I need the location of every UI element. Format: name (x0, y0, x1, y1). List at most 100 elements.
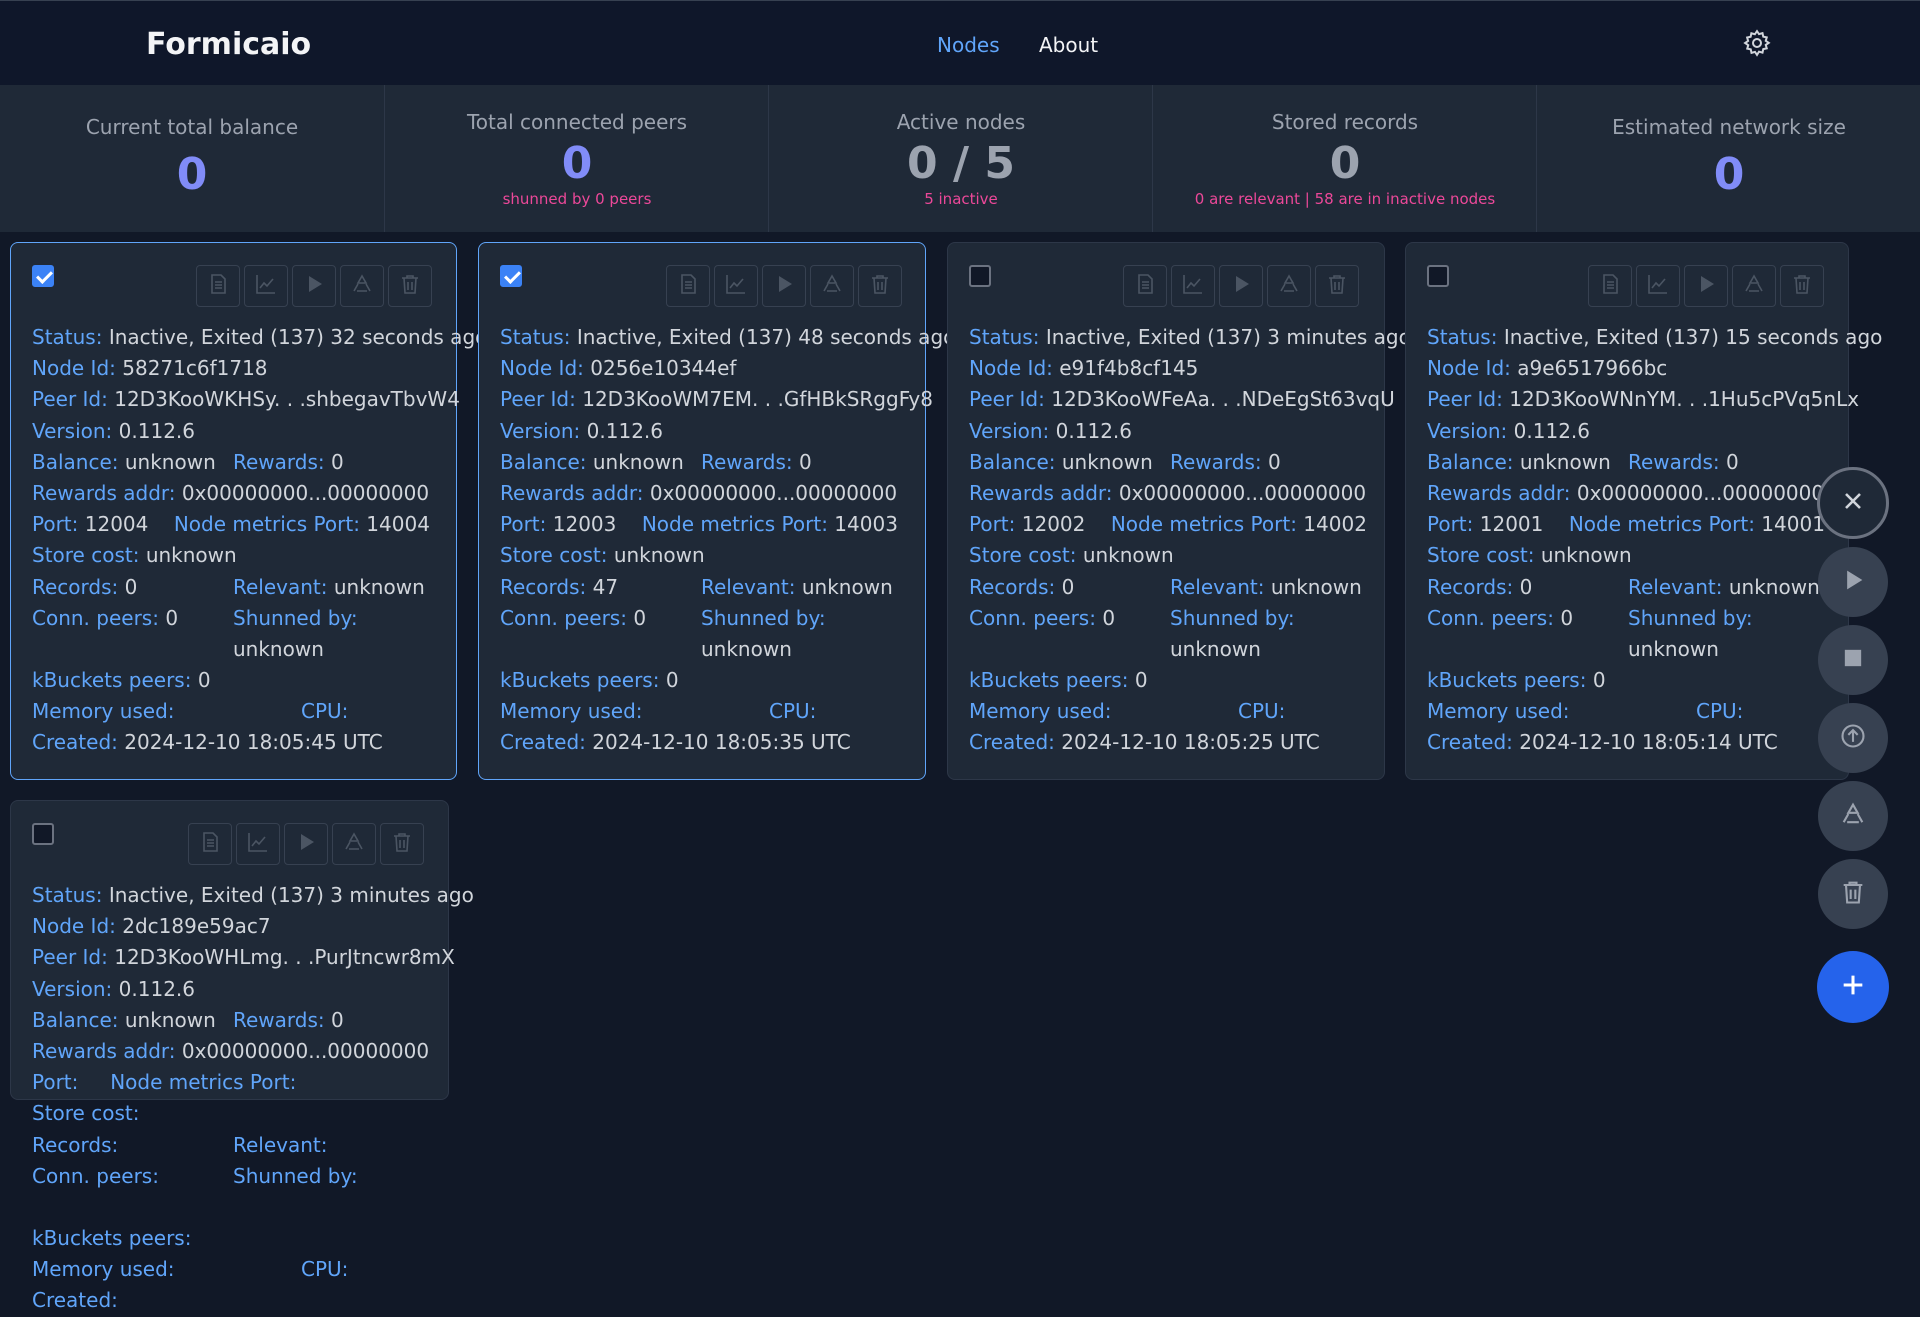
remove-button[interactable] (388, 265, 432, 307)
nav-about-link[interactable]: About (1039, 33, 1098, 57)
label: CPU: (1238, 699, 1286, 724)
label: Store cost: (32, 543, 140, 568)
remove-button[interactable] (380, 823, 424, 865)
add-node-button[interactable] (1817, 951, 1889, 1023)
balance-row: Balance: unknown Rewards: 0 (32, 1005, 442, 1036)
records-row: Records: 0 Relevant: unknown (1427, 572, 1842, 603)
play-icon (294, 830, 318, 859)
gear-icon[interactable] (1742, 28, 1772, 58)
start-button[interactable] (1684, 265, 1728, 307)
label: Status: (32, 325, 103, 349)
created-value: 2024-12-10 18:05:14 UTC (1519, 730, 1778, 755)
label: Memory used: (500, 699, 643, 724)
conn-peers-value: 0 (633, 605, 647, 630)
store-cost-row: Store cost: unknown (969, 540, 1378, 571)
label: Rewards: (233, 1007, 325, 1032)
relevant-value: unknown (801, 574, 893, 599)
peer-id-value: 12D3KooWHLmg. . .PurJtncwr8mX (114, 945, 455, 970)
port-value: 12004 (84, 512, 149, 537)
memory-row: Memory used: CPU: (32, 696, 450, 727)
remove-selected-button[interactable] (1818, 859, 1888, 929)
start-button[interactable] (284, 823, 328, 865)
stat-subtitle: 5 inactive (924, 190, 998, 208)
label: Rewards addr: (969, 480, 1113, 505)
rewards-field: Rewards: 0 (1628, 447, 1739, 478)
logs-button[interactable] (1588, 265, 1632, 307)
conn-peers-row: Conn. peers: Shunned by: (32, 1161, 442, 1223)
node-select-checkbox[interactable] (32, 265, 54, 287)
created-value: 2024-12-10 18:05:45 UTC (124, 730, 383, 755)
label: Store cost: (32, 1101, 140, 1126)
port-row: Port: 12004 Node metrics Port: 14004 (32, 509, 450, 540)
label: Rewards: (701, 449, 793, 474)
node-select-checkbox[interactable] (969, 265, 991, 287)
label: Node Id: (1427, 356, 1511, 381)
peer-id-value: 12D3KooWFeAa. . .NDeEgSt63vqU (1051, 387, 1395, 412)
version-value: 0.112.6 (118, 418, 195, 443)
upgrade-button[interactable] (1732, 265, 1776, 307)
rewards-addr-value: 0x00000000...00000000 (1576, 480, 1825, 505)
label: Version: (32, 976, 113, 1001)
start-button[interactable] (762, 265, 806, 307)
chart-icon (1181, 272, 1205, 301)
node-select-checkbox[interactable] (500, 265, 522, 287)
store-cost-value: unknown (145, 543, 237, 568)
document-icon (198, 830, 222, 859)
upgrade-selected-button[interactable] (1818, 703, 1888, 773)
label: Records: (1427, 574, 1514, 599)
node-id-row: Node Id: 2dc189e59ac7 (32, 911, 442, 942)
upgrade-button[interactable] (340, 265, 384, 307)
store-cost-value: unknown (1082, 543, 1174, 568)
node-details: Status: Inactive, Exited (137) 3 minutes… (969, 322, 1411, 759)
start-button[interactable] (1219, 265, 1263, 307)
remove-button[interactable] (858, 265, 902, 307)
remove-button[interactable] (1780, 265, 1824, 307)
balance-row: Balance: unknown Rewards: 0 (1427, 447, 1842, 478)
logs-button[interactable] (188, 823, 232, 865)
cpu-field: CPU: (1238, 696, 1285, 727)
start-selected-button[interactable] (1818, 547, 1888, 617)
shunned-field: Shunned by: (233, 1161, 363, 1192)
rewards-addr-value: 0x00000000...00000000 (649, 480, 898, 505)
remove-button[interactable] (1315, 265, 1359, 307)
start-button[interactable] (292, 265, 336, 307)
label: Conn. peers: (1427, 605, 1554, 630)
node-actions (188, 823, 424, 865)
label: Records: (32, 574, 119, 599)
trash-icon (390, 830, 414, 859)
logs-button[interactable] (196, 265, 240, 307)
store-cost-row: Store cost: unknown (32, 540, 450, 571)
upgrade-button[interactable] (1267, 265, 1311, 307)
node-actions (1588, 265, 1824, 307)
recycle-selected-button[interactable] (1818, 781, 1888, 851)
metrics-button[interactable] (236, 823, 280, 865)
label: CPU: (769, 699, 817, 724)
status-row: Status: Inactive, Exited (137) 15 second… (1427, 322, 1882, 353)
label: Peer Id: (969, 387, 1045, 412)
kbuckets-value: 0 (197, 668, 211, 693)
node-select-checkbox[interactable] (32, 823, 54, 845)
balance-row: Balance: unknown Rewards: 0 (969, 447, 1378, 478)
label: Node Id: (32, 356, 116, 381)
metrics-button[interactable] (244, 265, 288, 307)
stop-selected-button[interactable] (1818, 625, 1888, 695)
metrics-button[interactable] (1171, 265, 1215, 307)
node-select-checkbox[interactable] (1427, 265, 1449, 287)
upgrade-button[interactable] (332, 823, 376, 865)
shunned-field: Shunned by: unknown (233, 603, 363, 665)
logs-button[interactable] (1123, 265, 1167, 307)
created-value: 2024-12-10 18:05:35 UTC (592, 730, 851, 755)
version-value: 0.112.6 (118, 976, 195, 1001)
version-row: Version: 0.112.6 (969, 416, 1378, 447)
logs-button[interactable] (666, 265, 710, 307)
stat-network-size: Estimated network size 0 (1536, 85, 1920, 232)
relevant-value: unknown (1728, 574, 1820, 599)
upgrade-button[interactable] (810, 265, 854, 307)
metrics-button[interactable] (714, 265, 758, 307)
close-selection-button[interactable] (1817, 467, 1889, 539)
nav-nodes-link[interactable]: Nodes (937, 33, 1000, 57)
label: Relevant: (233, 574, 328, 599)
kbuckets-value: 0 (1592, 668, 1606, 693)
label: Created: (1427, 730, 1513, 755)
metrics-button[interactable] (1636, 265, 1680, 307)
